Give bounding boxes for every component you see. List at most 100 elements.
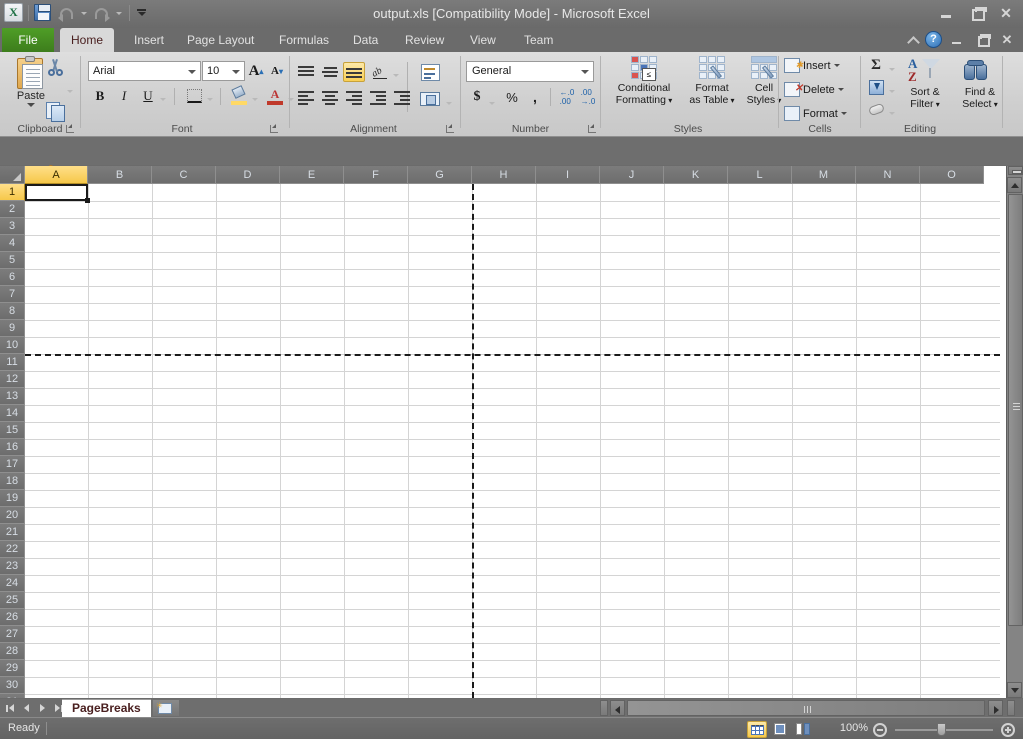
document-minimize-button[interactable] (947, 32, 967, 48)
underline-dropdown-icon[interactable] (159, 90, 168, 108)
underline-button[interactable]: U (138, 86, 158, 106)
grow-font-button[interactable]: A▴ (246, 61, 266, 81)
selected-cell-a1[interactable] (25, 184, 88, 201)
align-center-button[interactable] (319, 87, 341, 107)
sort-filter-button[interactable]: A Z Sort & Filter ▾ (900, 56, 950, 111)
redo-dropdown-icon[interactable] (115, 4, 124, 22)
row-header-7[interactable]: 7 (0, 286, 25, 303)
bottom-align-button[interactable] (343, 62, 365, 82)
font-color-button[interactable]: A (264, 85, 286, 107)
number-format-select[interactable]: General (466, 61, 594, 82)
fill-dropdown-icon[interactable] (888, 82, 897, 100)
italic-button[interactable]: I (114, 86, 134, 106)
borders-button[interactable] (183, 86, 205, 106)
customize-qat-icon[interactable] (135, 4, 149, 22)
worksheet-grid[interactable]: ABCDEFGHIJKLMNO 123456789101112131415161… (0, 166, 1023, 698)
zoom-out-icon[interactable] (873, 723, 887, 737)
chevron-down-icon[interactable] (841, 112, 847, 115)
format-as-table-button[interactable]: Format as Table ▾ (685, 56, 739, 107)
next-sheet-button[interactable] (35, 700, 50, 716)
insert-cells-button[interactable]: ✱ Insert (784, 58, 840, 73)
excel-logo-icon[interactable]: X (4, 3, 23, 22)
column-header-c[interactable]: C (152, 166, 216, 184)
row-header-16[interactable]: 16 (0, 439, 25, 456)
clear-button[interactable] (866, 100, 886, 118)
clear-dropdown-icon[interactable] (888, 104, 897, 122)
split-pane-handle[interactable] (1008, 166, 1023, 175)
window-minimize-button[interactable] (933, 4, 959, 22)
row-header-19[interactable]: 19 (0, 490, 25, 507)
conditional-formatting-button[interactable]: ≤ Conditional Formatting ▾ (606, 56, 682, 107)
row-header-21[interactable]: 21 (0, 524, 25, 541)
fill-button[interactable] (866, 78, 886, 96)
normal-view-button[interactable] (747, 721, 767, 738)
select-all-button[interactable] (0, 166, 25, 184)
cell-area[interactable] (25, 184, 1000, 698)
row-header-14[interactable]: 14 (0, 405, 25, 422)
top-align-button[interactable] (295, 62, 317, 82)
copy-icon[interactable] (44, 100, 66, 120)
column-header-k[interactable]: K (664, 166, 728, 184)
accounting-dropdown-icon[interactable] (488, 94, 497, 112)
window-close-button[interactable]: ✕ (993, 4, 1019, 22)
row-header-29[interactable]: 29 (0, 660, 25, 677)
window-restore-button[interactable] (963, 4, 989, 22)
row-header-9[interactable]: 9 (0, 320, 25, 337)
column-header-g[interactable]: G (408, 166, 472, 184)
undo-button[interactable] (57, 4, 77, 22)
row-header-6[interactable]: 6 (0, 269, 25, 286)
percent-format-button[interactable]: % (502, 86, 522, 108)
column-header-l[interactable]: L (728, 166, 792, 184)
insert-worksheet-button[interactable]: ✳ (153, 700, 179, 716)
column-header-n[interactable]: N (856, 166, 920, 184)
orientation-button[interactable]: ab (369, 62, 391, 82)
column-header-a[interactable]: A (25, 166, 88, 184)
chevron-down-icon[interactable] (27, 103, 35, 107)
row-header-24[interactable]: 24 (0, 575, 25, 592)
row-header-1[interactable]: 1 (0, 184, 25, 201)
tab-insert[interactable]: Insert (123, 28, 175, 52)
font-size-input[interactable]: 10 (202, 61, 245, 81)
column-header-h[interactable]: H (472, 166, 536, 184)
row-header-11[interactable]: 11 (0, 354, 25, 371)
tab-page-layout[interactable]: Page Layout (176, 28, 265, 52)
row-header-15[interactable]: 15 (0, 422, 25, 439)
decrease-indent-button[interactable] (367, 87, 389, 107)
comma-format-button[interactable]: , (526, 86, 544, 108)
autosum-dropdown-icon[interactable] (888, 60, 897, 78)
bold-button[interactable]: B (90, 86, 110, 106)
row-header-3[interactable]: 3 (0, 218, 25, 235)
tab-file[interactable]: File (2, 28, 54, 52)
find-select-button[interactable]: Find & Select ▾ (954, 56, 1006, 111)
horizontal-scroll-thumb[interactable] (627, 700, 985, 716)
row-header-28[interactable]: 28 (0, 643, 25, 660)
scroll-up-button[interactable] (1007, 177, 1022, 193)
autosum-button[interactable]: Σ (866, 56, 886, 74)
prev-sheet-button[interactable] (19, 700, 34, 716)
row-header-22[interactable]: 22 (0, 541, 25, 558)
row-header-2[interactable]: 2 (0, 201, 25, 218)
chevron-down-icon[interactable] (838, 88, 844, 91)
row-header-4[interactable]: 4 (0, 235, 25, 252)
sheet-tab-pagebreaks[interactable]: PageBreaks (62, 699, 151, 717)
page-layout-view-button[interactable] (770, 721, 790, 738)
zoom-thumb[interactable] (937, 723, 946, 736)
row-header-10[interactable]: 10 (0, 337, 25, 354)
column-header-i[interactable]: I (536, 166, 600, 184)
merge-dropdown-icon[interactable] (445, 94, 454, 112)
document-restore-button[interactable] (972, 32, 992, 48)
align-right-button[interactable] (343, 87, 365, 107)
tab-split-handle[interactable] (600, 700, 608, 716)
clipboard-dialog-launcher[interactable] (65, 123, 76, 134)
column-header-d[interactable]: D (216, 166, 280, 184)
tab-review[interactable]: Review (394, 28, 455, 52)
cut-icon[interactable] (44, 57, 66, 77)
column-header-f[interactable]: F (344, 166, 408, 184)
row-header-5[interactable]: 5 (0, 252, 25, 269)
chevron-down-icon[interactable] (834, 64, 840, 67)
zoom-in-icon[interactable] (1001, 723, 1015, 737)
shrink-font-button[interactable]: A▾ (267, 61, 287, 81)
orientation-dropdown-icon[interactable] (392, 66, 401, 84)
font-dialog-launcher[interactable] (269, 123, 280, 134)
row-header-27[interactable]: 27 (0, 626, 25, 643)
